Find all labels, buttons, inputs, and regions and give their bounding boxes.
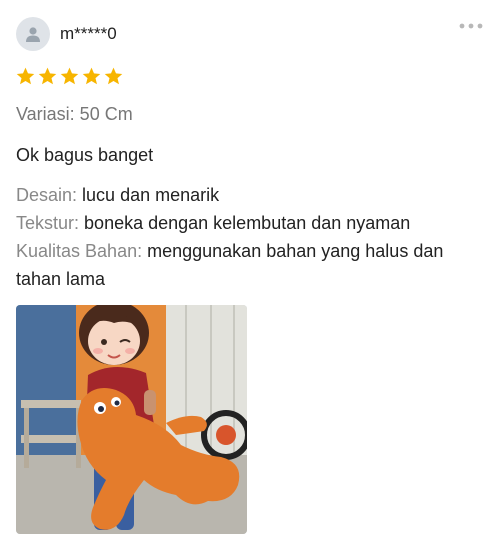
review-attributes: Desain: lucu dan menarik Tekstur: boneka… bbox=[16, 181, 486, 293]
attribute-label: Kualitas Bahan: bbox=[16, 241, 143, 261]
person-icon bbox=[26, 27, 40, 42]
star-icon bbox=[38, 67, 57, 85]
more-horizontal-icon bbox=[459, 23, 483, 29]
review-comment: Ok bagus banget bbox=[16, 145, 154, 165]
star-icon bbox=[104, 67, 123, 85]
star-icon bbox=[16, 67, 35, 85]
star-icon bbox=[82, 67, 101, 85]
username[interactable]: m*****0 bbox=[60, 24, 117, 44]
attribute-design: Desain: lucu dan menarik bbox=[16, 181, 486, 209]
attribute-value: lucu dan menarik bbox=[82, 185, 220, 205]
avatar[interactable] bbox=[16, 17, 50, 51]
attribute-texture: Tekstur: boneka dengan kelembutan dan ny… bbox=[16, 209, 486, 237]
variant-label: Variasi: 50 Cm bbox=[16, 104, 133, 124]
attribute-label: Desain: bbox=[16, 185, 78, 205]
attribute-label: Tekstur: bbox=[16, 213, 80, 233]
star-rating bbox=[16, 67, 123, 85]
review-photo-image bbox=[16, 305, 247, 534]
more-options-button[interactable] bbox=[458, 19, 484, 33]
attribute-value: boneka dengan kelembutan dan nyaman bbox=[84, 213, 411, 233]
review-header: m*****0 bbox=[16, 17, 484, 51]
review-photo[interactable] bbox=[16, 305, 247, 534]
attribute-material-quality: Kualitas Bahan: menggunakan bahan yang h… bbox=[16, 237, 486, 293]
star-icon bbox=[60, 67, 79, 85]
